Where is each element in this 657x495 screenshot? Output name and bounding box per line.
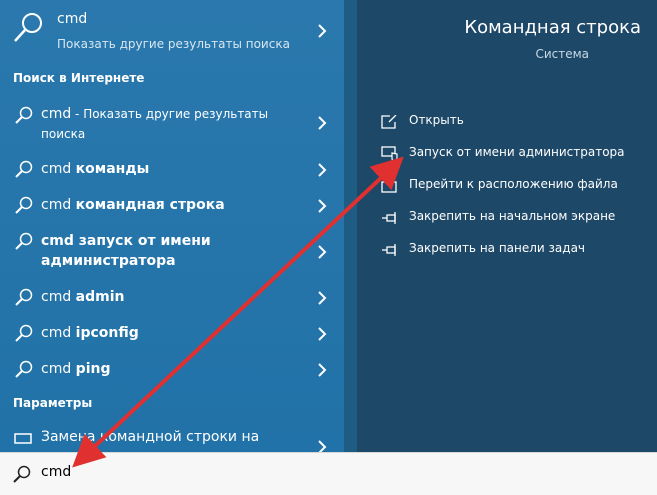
scrollbar[interactable] <box>344 0 357 452</box>
item-prefix: cmd <box>41 197 76 213</box>
item-bold: admin <box>75 289 125 305</box>
search-icon <box>14 159 34 183</box>
chevron-right-icon[interactable] <box>314 198 330 214</box>
item-prefix: cmd <box>41 325 76 341</box>
folder-icon <box>381 178 397 197</box>
list-item[interactable]: cmd - Показать другие результаты поиска <box>0 100 344 144</box>
chevron-right-icon[interactable] <box>314 290 330 306</box>
search-icon <box>14 323 34 347</box>
settings-item-label: Замена командной строки на <box>41 429 260 445</box>
open-icon <box>381 114 397 133</box>
search-icon <box>14 359 34 383</box>
list-item[interactable]: cmd ipconfig <box>0 322 344 346</box>
search-input[interactable]: cmd <box>41 464 71 480</box>
list-item[interactable]: cmd запуск от имени администратора <box>0 230 344 274</box>
app-subtitle: Система <box>535 47 589 61</box>
list-item[interactable]: cmd ping <box>0 358 344 382</box>
section-web-label: Поиск в Интернете <box>13 71 145 85</box>
action-pin-start[interactable]: Закрепить на начальном экране <box>381 208 641 228</box>
item-bold: ipconfig <box>75 325 139 341</box>
section-settings-label: Параметры <box>13 396 93 410</box>
pin-icon <box>381 210 399 229</box>
action-label: Открыть <box>409 113 464 127</box>
top-result[interactable]: cmd Показать другие результаты поиска <box>0 0 344 60</box>
chevron-right-icon[interactable] <box>314 362 330 378</box>
item-bold: cmd запуск от имени администратора <box>41 233 211 269</box>
chevron-right-icon[interactable] <box>314 326 330 342</box>
list-item[interactable]: cmd команды <box>0 158 344 182</box>
search-icon <box>12 464 32 488</box>
item-bold: командная строка <box>75 197 225 213</box>
chevron-right-icon[interactable] <box>314 115 330 131</box>
chevron-right-icon[interactable] <box>314 162 330 178</box>
action-label: Запуск от имени администратора <box>409 145 625 159</box>
list-item[interactable]: cmd командная строка <box>0 194 344 218</box>
search-icon <box>14 105 34 129</box>
chevron-right-icon[interactable] <box>314 439 330 452</box>
app-details-pane: Командная строка Система Открыть Запуск … <box>357 0 657 452</box>
action-label: Перейти к расположению файла <box>409 177 618 191</box>
monitor-icon <box>14 431 32 450</box>
item-prefix: cmd <box>41 289 76 305</box>
item-rest: - Показать другие результаты поиска <box>41 107 269 141</box>
action-open[interactable]: Открыть <box>381 112 641 132</box>
item-prefix: cmd <box>41 106 72 122</box>
shield-icon <box>381 146 399 166</box>
pin-icon <box>381 242 399 261</box>
action-pin-taskbar[interactable]: Закрепить на панели задач <box>381 240 641 260</box>
action-open-file-location[interactable]: Перейти к расположению файла <box>381 176 641 196</box>
chevron-right-icon[interactable] <box>314 244 330 260</box>
action-label: Закрепить на панели задач <box>409 241 586 255</box>
item-bold: ping <box>75 361 111 377</box>
chevron-right-icon[interactable] <box>314 23 330 39</box>
item-prefix: cmd <box>41 361 76 377</box>
search-results-pane: cmd Показать другие результаты поиска По… <box>0 0 344 452</box>
search-icon <box>12 10 46 48</box>
item-bold: команды <box>75 161 150 177</box>
app-title: Командная строка <box>464 17 641 38</box>
search-icon <box>14 287 34 311</box>
search-icon <box>14 231 34 255</box>
list-item[interactable]: Замена командной строки на <box>0 426 344 452</box>
search-icon <box>14 195 34 219</box>
top-result-title: cmd <box>57 11 88 27</box>
item-prefix: cmd <box>41 161 76 177</box>
search-box[interactable]: cmd <box>0 452 657 495</box>
top-result-subtitle: Показать другие результаты поиска <box>57 37 290 51</box>
list-item[interactable]: cmd admin <box>0 286 344 310</box>
action-run-as-admin[interactable]: Запуск от имени администратора <box>381 144 641 164</box>
action-label: Закрепить на начальном экране <box>409 209 616 223</box>
